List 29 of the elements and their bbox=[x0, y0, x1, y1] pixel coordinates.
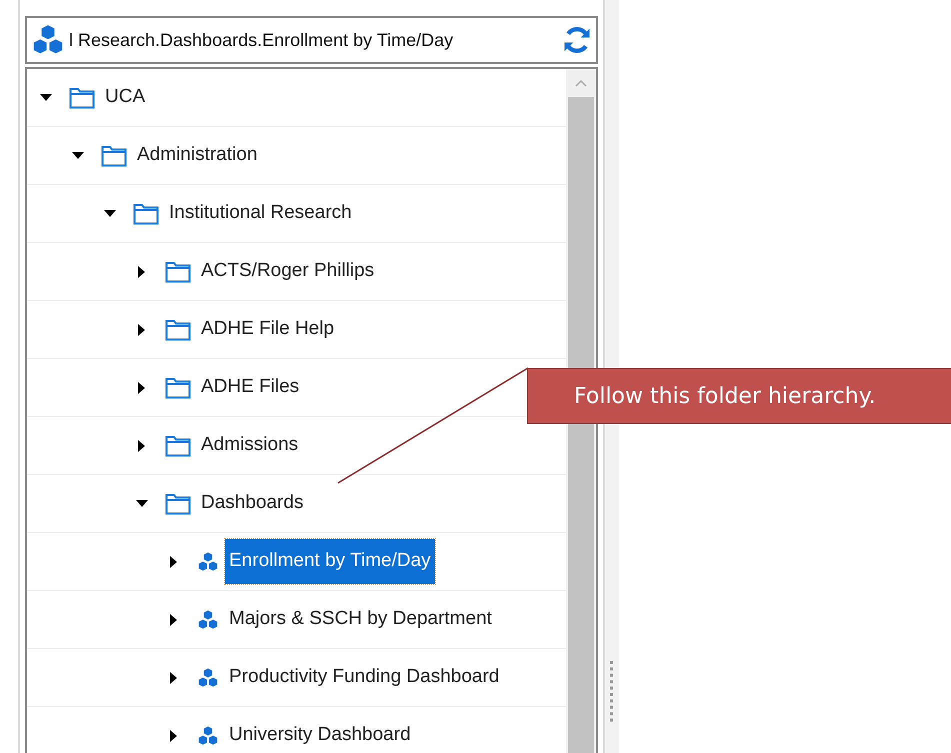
folder-icon bbox=[133, 202, 159, 224]
tree-item[interactable]: Dashboards bbox=[197, 481, 308, 526]
tree-item[interactable]: Productivity Funding Dashboard bbox=[225, 655, 504, 700]
folder-icon bbox=[69, 86, 95, 108]
tree-item[interactable]: Admissions bbox=[197, 423, 302, 468]
tree-item[interactable]: University Dashboard bbox=[225, 713, 415, 753]
refresh-icon[interactable] bbox=[562, 25, 592, 55]
tree-item[interactable]: Majors & SSCH by Department bbox=[225, 597, 496, 642]
folder-icon bbox=[165, 376, 191, 398]
cubes-icon bbox=[197, 608, 219, 630]
tree-item[interactable]: Administration bbox=[133, 133, 262, 178]
folder-icon bbox=[101, 144, 127, 166]
path-field[interactable]: l Research.Dashboards.Enrollment by Time/Day bbox=[25, 16, 598, 64]
cubes-icon bbox=[197, 550, 219, 572]
tree-item[interactable]: Institutional Research bbox=[165, 191, 356, 236]
cubes-icon bbox=[197, 724, 219, 746]
cubes-icon bbox=[197, 666, 219, 688]
callout-text: Follow this folder hierarchy. bbox=[574, 382, 876, 410]
splitter-grip-icon[interactable] bbox=[610, 661, 614, 723]
tree-item[interactable]: UCA bbox=[101, 75, 150, 120]
tree-item[interactable]: ACTS/Roger Phillips bbox=[197, 249, 378, 294]
tree-item[interactable]: Enrollment by Time/Day bbox=[225, 539, 435, 584]
tree-item[interactable]: ADHE File Help bbox=[197, 307, 338, 352]
folder-icon bbox=[165, 492, 191, 514]
folder-icon bbox=[165, 260, 191, 282]
path-text: l Research.Dashboards.Enrollment by Time/Day bbox=[69, 28, 454, 52]
folder-icon bbox=[165, 434, 191, 456]
folder-icon bbox=[165, 318, 191, 340]
tree-item[interactable]: ADHE Files bbox=[197, 365, 304, 410]
